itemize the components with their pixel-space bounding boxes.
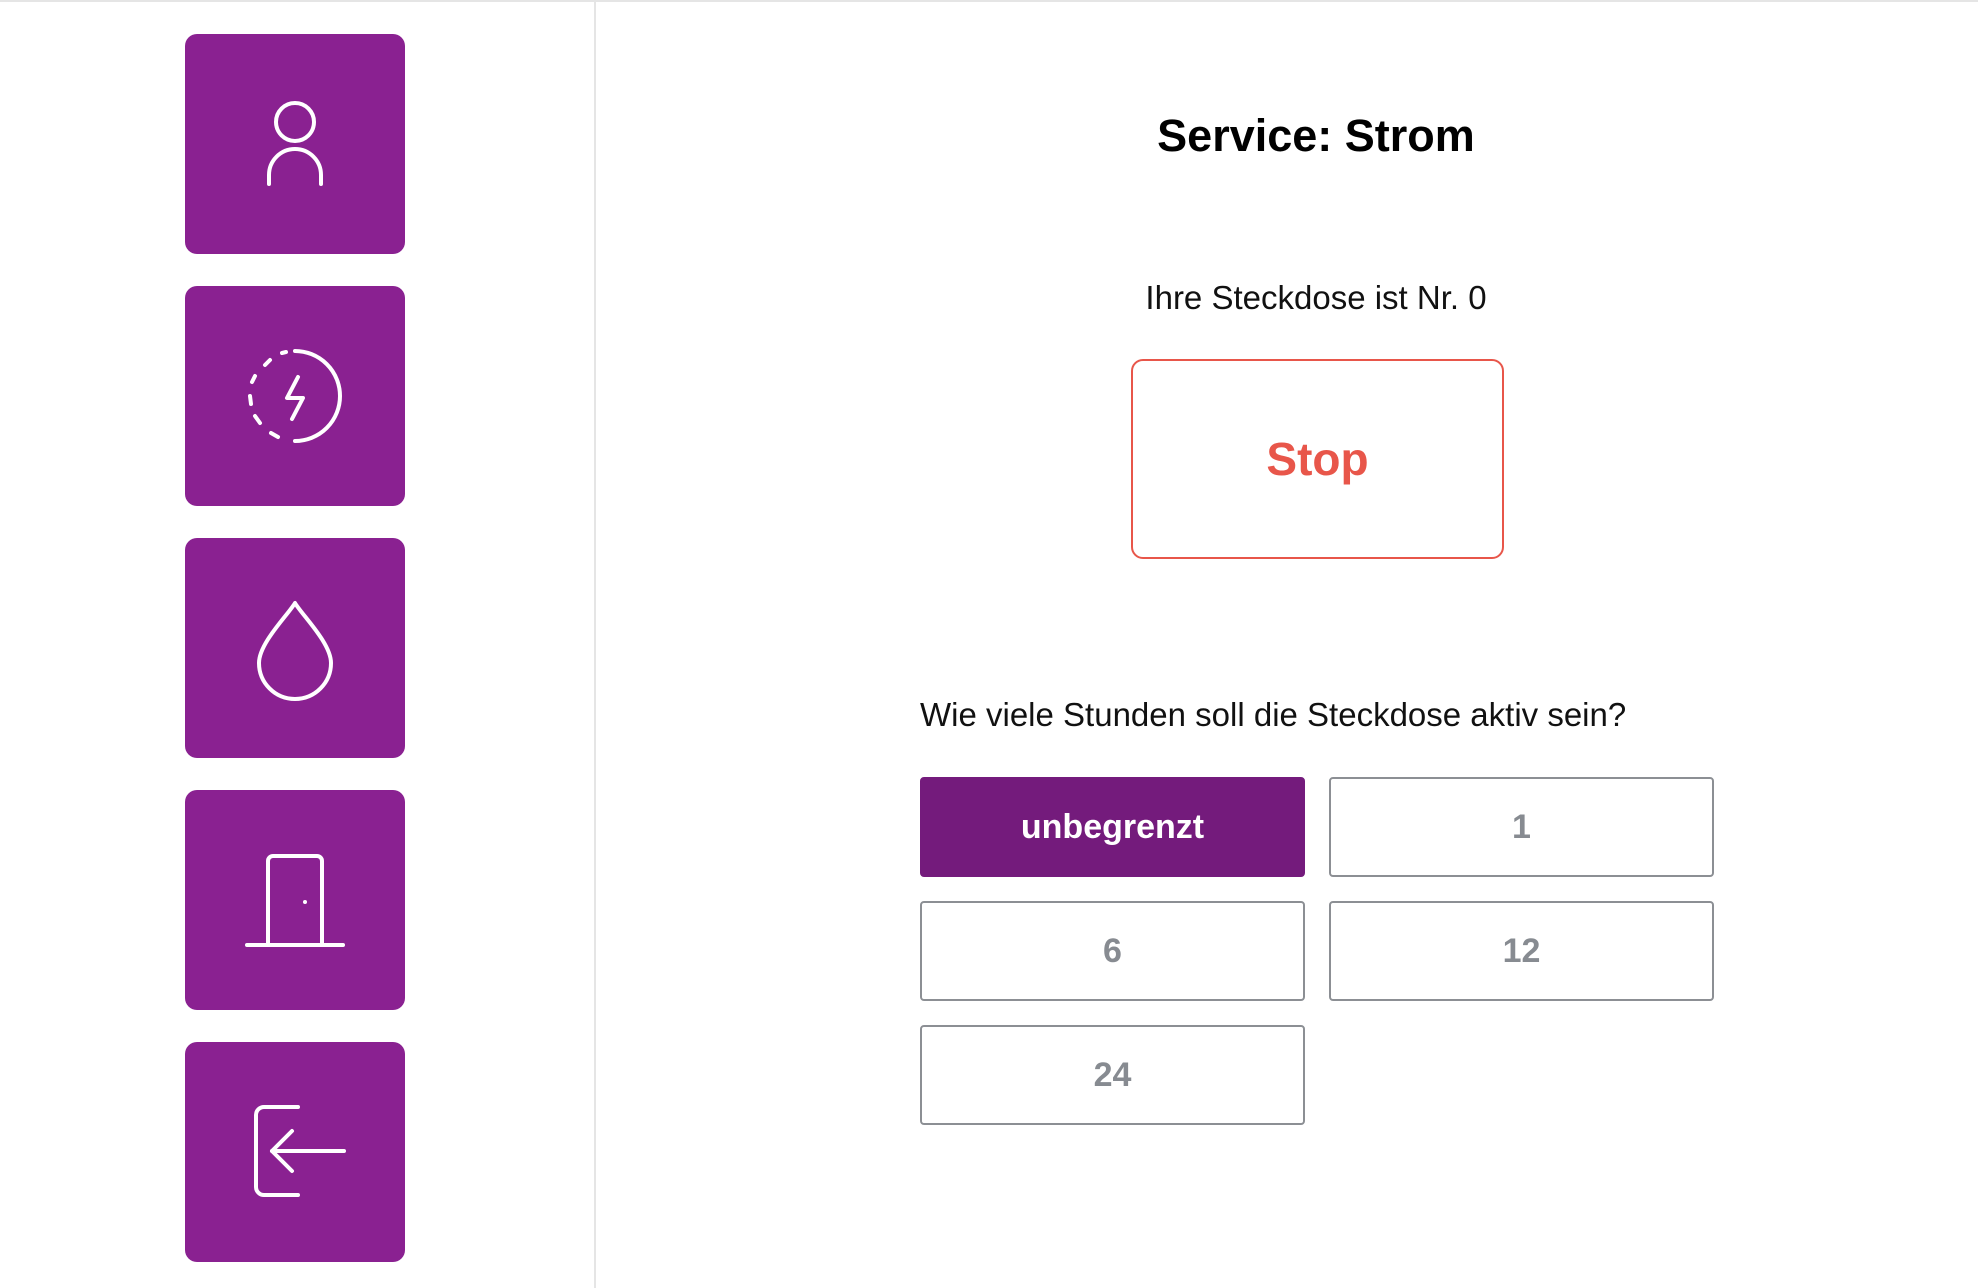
duration-option-24[interactable]: 24 [920, 1025, 1305, 1125]
duration-option-1[interactable]: 1 [1329, 777, 1714, 877]
water-drop-icon [257, 601, 333, 701]
main-content: Service: Strom Ihre Steckdose ist Nr. 0 … [598, 2, 1978, 1288]
sidebar-item-power[interactable] [185, 286, 405, 506]
sidebar-item-profile[interactable] [185, 34, 405, 254]
stop-button[interactable]: Stop [1131, 359, 1504, 559]
power-icon [248, 349, 342, 443]
user-icon [267, 101, 323, 186]
sidebar [0, 2, 596, 1288]
outlet-number-text: Ihre Steckdose ist Nr. 0 [1145, 279, 1487, 316]
duration-option-12[interactable]: 12 [1329, 901, 1714, 1001]
door-icon [245, 854, 345, 947]
login-icon [254, 1105, 346, 1197]
sidebar-item-logout[interactable] [185, 1042, 405, 1262]
sidebar-item-water[interactable] [185, 538, 405, 758]
duration-option-6[interactable]: 6 [920, 901, 1305, 1001]
sidebar-item-door[interactable] [185, 790, 405, 1010]
page-title: Service: Strom [1157, 110, 1475, 161]
duration-question: Wie viele Stunden soll die Steckdose akt… [920, 696, 1627, 733]
duration-option-unlimited[interactable]: unbegrenzt [920, 777, 1305, 877]
